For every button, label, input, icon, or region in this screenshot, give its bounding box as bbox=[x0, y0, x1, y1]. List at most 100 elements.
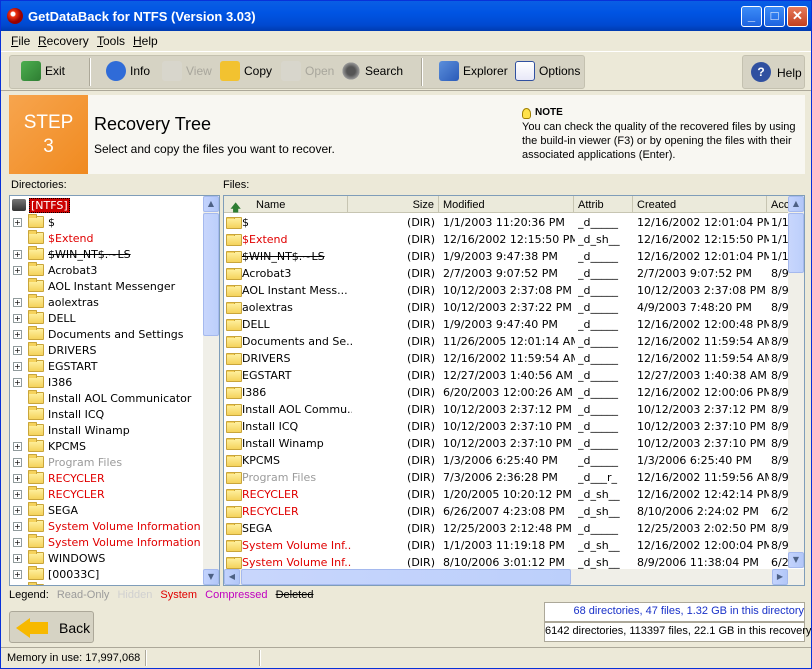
file-list[interactable]: 🡅 Name Size Modified Attrib Created Acc … bbox=[223, 195, 805, 586]
scroll-down-button[interactable]: ▼ bbox=[203, 569, 219, 585]
expand-icon[interactable]: + bbox=[13, 521, 22, 531]
tree-item[interactable]: + WINDOWS bbox=[13, 550, 105, 566]
file-row[interactable]: SEGA (DIR) 12/25/2003 2:12:48 PM _d_____ 12/… bbox=[224, 520, 788, 537]
scroll-right-button[interactable]: ▶ bbox=[772, 569, 788, 585]
tree-item[interactable]: + System Volume Information bbox=[13, 534, 201, 550]
menu-recovery[interactable]: Recovery bbox=[38, 34, 89, 48]
file-row[interactable]: $Extend (DIR) 12/16/2002 12:15:50 PM _d_sh_… bbox=[224, 231, 788, 248]
menu-help[interactable]: Help bbox=[133, 34, 158, 48]
tree-item[interactable]: Install ICQ bbox=[28, 406, 104, 422]
tree-scrollbar[interactable]: ▲ ▼ bbox=[203, 196, 219, 585]
info-button[interactable]: Info bbox=[106, 58, 150, 84]
menu-tools[interactable]: Tools bbox=[97, 34, 125, 48]
file-row[interactable]: aolextras (DIR) 10/12/2003 2:37:22 PM _d___… bbox=[224, 299, 788, 316]
tree-item[interactable]: + KPCMS bbox=[13, 438, 86, 454]
expand-icon[interactable]: + bbox=[13, 217, 22, 227]
tree-root[interactable]: [NTFS] bbox=[12, 197, 70, 213]
tree-item[interactable]: + EGSTART bbox=[13, 358, 97, 374]
file-row[interactable]: System Volume Inf... (DIR) 1/1/2003 11:19:… bbox=[224, 537, 788, 554]
file-row[interactable]: Acrobat3 (DIR) 2/7/2003 9:07:52 PM _d_____ 2… bbox=[224, 265, 788, 282]
expand-icon[interactable]: + bbox=[13, 537, 22, 547]
expand-icon[interactable]: + bbox=[13, 297, 22, 307]
tree-item[interactable]: + Documents and Settings bbox=[13, 326, 184, 342]
column-created[interactable]: Created bbox=[633, 196, 767, 213]
expand-icon[interactable]: + bbox=[13, 569, 22, 579]
file-row[interactable]: DELL (DIR) 1/9/2003 9:47:40 PM _d_____ 12/16… bbox=[224, 316, 788, 333]
close-button[interactable]: ✕ bbox=[787, 6, 808, 27]
expand-icon[interactable]: + bbox=[13, 329, 22, 339]
scroll-left-button[interactable]: ◀ bbox=[224, 569, 240, 585]
expand-icon[interactable]: + bbox=[13, 345, 22, 355]
file-row[interactable]: Install Winamp (DIR) 10/12/2003 2:37:10 PM… bbox=[224, 435, 788, 452]
file-row[interactable]: AOL Instant Mess... (DIR) 10/12/2003 2:37:… bbox=[224, 282, 788, 299]
file-row[interactable]: RECYCLER (DIR) 1/20/2005 10:20:12 PM _d_sh_… bbox=[224, 486, 788, 503]
tree-item[interactable]: + SEGA bbox=[13, 502, 78, 518]
tree-item[interactable]: + I386 bbox=[13, 374, 72, 390]
column-modified[interactable]: Modified bbox=[439, 196, 574, 213]
column-size[interactable]: Size bbox=[348, 196, 439, 213]
expand-icon[interactable]: + bbox=[13, 313, 22, 323]
copy-button[interactable]: Copy bbox=[220, 58, 272, 84]
help-button[interactable]: ? Help bbox=[742, 55, 805, 89]
tree-item[interactable]: + System Volume Information bbox=[13, 518, 201, 534]
file-row[interactable]: Program Files (DIR) 7/3/2006 2:36:28 PM _d_… bbox=[224, 469, 788, 486]
tree-item[interactable]: + aolextras bbox=[13, 294, 99, 310]
expand-icon[interactable]: + bbox=[13, 265, 22, 275]
expand-icon[interactable]: + bbox=[13, 457, 22, 467]
tree-item[interactable]: +[000610] bbox=[28, 582, 99, 585]
file-row[interactable]: RECYCLER (DIR) 6/26/2007 4:23:08 PM _d_sh__… bbox=[224, 503, 788, 520]
file-row[interactable]: EGSTART (DIR) 12/27/2003 1:40:56 AM _d_____… bbox=[224, 367, 788, 384]
file-row[interactable]: Install AOL Commu... (DIR) 10/12/2003 2:37… bbox=[224, 401, 788, 418]
tree-item[interactable]: AOL Instant Messenger bbox=[28, 278, 175, 294]
file-row[interactable]: $WIN_NT$.~LS (DIR) 1/9/2003 9:47:38 PM _d__… bbox=[224, 248, 788, 265]
back-button[interactable]: Back bbox=[9, 611, 94, 643]
file-row[interactable]: I386 (DIR) 6/20/2003 12:00:26 AM _d_____ 12/… bbox=[224, 384, 788, 401]
column-name[interactable]: 🡅 Name bbox=[224, 196, 348, 213]
tree-item[interactable]: + DELL bbox=[13, 310, 76, 326]
tree-item[interactable]: Install AOL Communicator bbox=[28, 390, 191, 406]
view-button[interactable]: View bbox=[162, 58, 212, 84]
file-row[interactable]: Documents and Se... (DIR) 11/26/2005 12:01… bbox=[224, 333, 788, 350]
explorer-button[interactable]: Explorer bbox=[439, 58, 508, 84]
expand-icon[interactable]: + bbox=[13, 441, 22, 451]
tree-item[interactable]: + [00033C] bbox=[13, 566, 99, 582]
tree-item[interactable]: + RECYCLER bbox=[13, 486, 105, 502]
hscroll-thumb[interactable] bbox=[241, 569, 571, 585]
file-row[interactable]: KPCMS (DIR) 1/3/2006 6:25:40 PM _d_____ 1/3/… bbox=[224, 452, 788, 469]
column-attrib[interactable]: Attrib bbox=[574, 196, 633, 213]
expand-icon[interactable]: + bbox=[13, 489, 22, 499]
tree-item[interactable]: Install Winamp bbox=[28, 422, 130, 438]
file-row[interactable]: $ (DIR) 1/1/2003 11:20:36 PM _d_____ 12/16/2… bbox=[224, 214, 788, 231]
scroll-thumb[interactable] bbox=[788, 213, 804, 273]
tree-item[interactable]: + Program Files bbox=[13, 454, 122, 470]
tree-item[interactable]: $Extend bbox=[28, 230, 94, 246]
tree-item[interactable]: + RECYCLER bbox=[13, 470, 105, 486]
maximize-button[interactable]: □ bbox=[764, 6, 785, 27]
expand-icon[interactable]: + bbox=[13, 473, 22, 483]
minimize-button[interactable]: _ bbox=[741, 6, 762, 27]
menu-file[interactable]: File bbox=[11, 34, 30, 48]
scroll-up-button[interactable]: ▲ bbox=[203, 196, 219, 212]
scroll-thumb[interactable] bbox=[203, 213, 219, 336]
exit-button[interactable]: Exit bbox=[21, 58, 65, 84]
expand-icon[interactable]: + bbox=[13, 586, 22, 587]
scroll-up-button[interactable]: ▲ bbox=[788, 196, 804, 212]
expand-icon[interactable]: + bbox=[13, 377, 22, 387]
expand-icon[interactable]: + bbox=[13, 249, 22, 259]
tree-item[interactable]: + Acrobat3 bbox=[13, 262, 97, 278]
scroll-down-button[interactable]: ▼ bbox=[788, 552, 804, 568]
directory-tree[interactable]: [NTFS] + $ $Extend + $WIN_NT$.~LS + Acrobat3 AOL… bbox=[9, 195, 220, 586]
open-button[interactable]: Open bbox=[281, 58, 334, 84]
tree-item[interactable]: + $ bbox=[13, 214, 55, 230]
search-button[interactable]: Search bbox=[341, 58, 403, 84]
expand-icon[interactable]: + bbox=[13, 553, 22, 563]
expand-icon[interactable]: + bbox=[13, 505, 22, 515]
files-vscrollbar[interactable]: ▲ ▼ bbox=[788, 196, 804, 568]
options-button[interactable]: Options bbox=[515, 58, 580, 84]
file-row[interactable]: DRIVERS (DIR) 12/16/2002 11:59:54 AM _d____… bbox=[224, 350, 788, 367]
tree-item[interactable]: + DRIVERS bbox=[13, 342, 96, 358]
up-folder-icon[interactable]: 🡅 bbox=[230, 199, 241, 213]
file-row[interactable]: Install ICQ (DIR) 10/12/2003 2:37:10 PM _d_… bbox=[224, 418, 788, 435]
files-hscrollbar[interactable]: ◀ ▶ bbox=[224, 569, 804, 585]
title-bar[interactable]: GetDataBack for NTFS (Version 3.03) _ □ … bbox=[1, 1, 811, 31]
